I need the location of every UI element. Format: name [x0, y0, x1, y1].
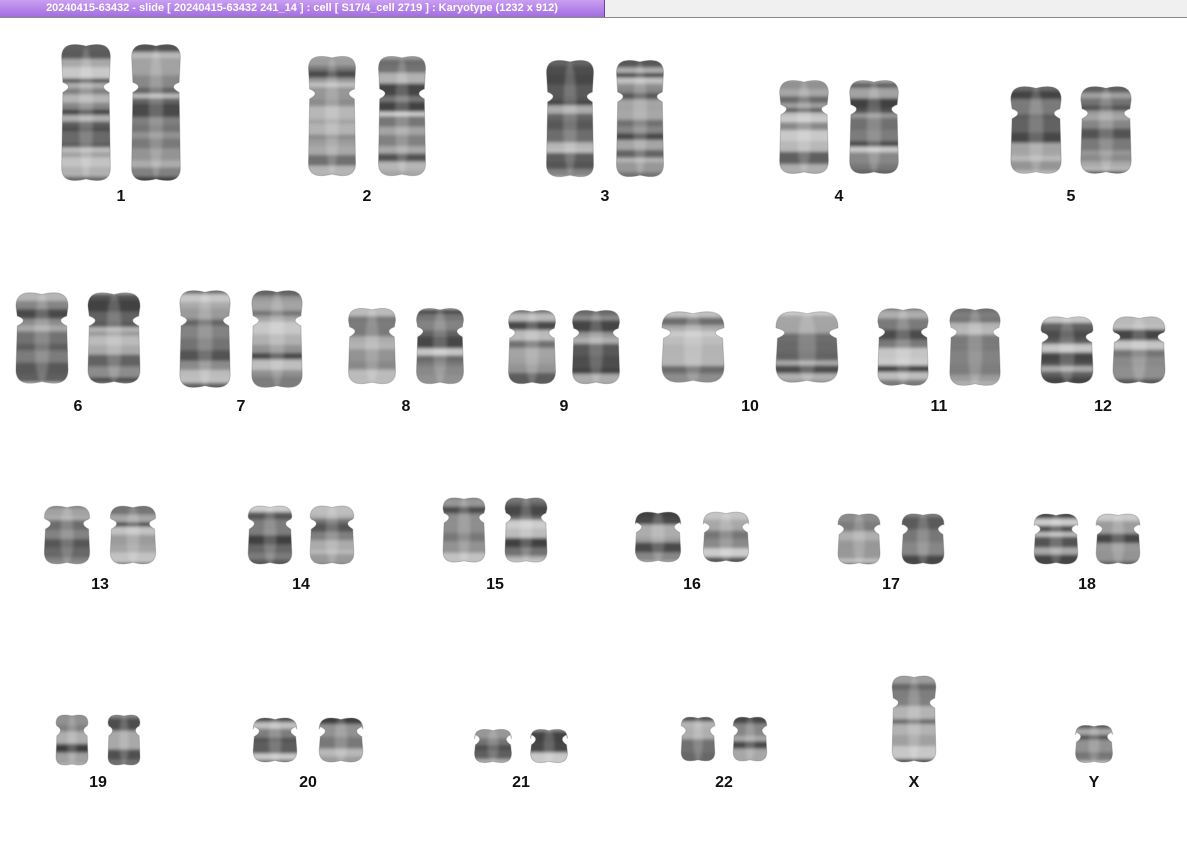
chromosome-15-2[interactable]: [501, 494, 551, 566]
chromosome-pair-11[interactable]: [873, 304, 1005, 390]
chromosome-19-1[interactable]: [53, 712, 91, 768]
window-title: 20240415-63432 - slide [ 20240415-63432 …: [46, 2, 558, 14]
chromosome-11-1[interactable]: [873, 304, 933, 390]
chromosome-pair-1[interactable]: [57, 40, 185, 185]
chromosome-label-20: 20: [299, 774, 317, 791]
chromosome-pair-7[interactable]: [175, 286, 307, 392]
chromosome-label-x: X: [908, 774, 920, 791]
chromosome-pair-9[interactable]: [504, 306, 624, 388]
chromosome-pair-x[interactable]: [888, 672, 940, 766]
chromosome-2-2[interactable]: [374, 52, 430, 180]
chromosome-18-1[interactable]: [1030, 510, 1082, 568]
chromosome-pair-18[interactable]: [1030, 510, 1144, 568]
chromosome-label-8: 8: [401, 398, 411, 415]
chromosome-17-2[interactable]: [898, 510, 948, 568]
chromosome-label-18: 18: [1078, 576, 1096, 593]
chromosome-pair-y[interactable]: [1072, 722, 1116, 766]
chromosome-pair-4[interactable]: [775, 76, 903, 178]
chromosome-9-2[interactable]: [568, 306, 624, 388]
chromosome-label-4: 4: [834, 188, 844, 205]
chromosome-y-1[interactable]: [1072, 722, 1116, 766]
chromosome-label-5: 5: [1066, 188, 1076, 205]
chromosome-label-7: 7: [236, 398, 246, 415]
chromosome-19-2[interactable]: [105, 712, 143, 768]
chromosome-16-2[interactable]: [699, 508, 753, 566]
chromosome-pair-3[interactable]: [542, 56, 668, 181]
chromosome-22-1[interactable]: [678, 714, 718, 764]
window-title-tab[interactable]: 20240415-63432 - slide [ 20240415-63432 …: [0, 0, 605, 17]
chromosome-label-21: 21: [512, 774, 530, 791]
chromosome-2-1[interactable]: [304, 52, 360, 180]
chromosome-7-1[interactable]: [175, 286, 235, 392]
chromosome-pair-2[interactable]: [304, 52, 430, 180]
chromosome-label-13: 13: [91, 576, 109, 593]
chromosome-20-2[interactable]: [315, 714, 367, 766]
chromosome-label-2: 2: [362, 188, 372, 205]
chromosome-18-2[interactable]: [1092, 510, 1144, 568]
chromosome-label-19: 19: [89, 774, 107, 791]
chromosome-pair-19[interactable]: [53, 712, 143, 768]
chromosome-1-2[interactable]: [127, 40, 185, 185]
chromosome-8-2[interactable]: [412, 304, 468, 388]
chromosome-label-16: 16: [683, 576, 701, 593]
chromosome-12-1[interactable]: [1036, 312, 1098, 388]
chromosome-pair-12[interactable]: [1036, 312, 1170, 388]
chromosome-14-2[interactable]: [306, 502, 358, 568]
chromosome-pair-16[interactable]: [631, 508, 753, 566]
chromosome-label-15: 15: [486, 576, 504, 593]
chromosome-pair-17[interactable]: [834, 510, 948, 568]
chromosome-label-12: 12: [1094, 398, 1112, 415]
chromosome-5-1[interactable]: [1006, 82, 1066, 178]
chromosome-10-1[interactable]: [656, 306, 730, 388]
chromosome-label-22: 22: [715, 774, 733, 791]
chromosome-15-1[interactable]: [439, 494, 489, 566]
chromosome-10-2[interactable]: [770, 306, 844, 388]
chromosome-21-2[interactable]: [527, 726, 571, 766]
chromosome-label-6: 6: [73, 398, 83, 415]
chromosome-label-14: 14: [292, 576, 310, 593]
chromosome-17-1[interactable]: [834, 510, 884, 568]
chromosome-13-1[interactable]: [40, 502, 94, 568]
chromosome-16-1[interactable]: [631, 508, 685, 566]
chromosome-4-2[interactable]: [845, 76, 903, 178]
chromosome-14-1[interactable]: [244, 502, 296, 568]
chromosome-21-1[interactable]: [471, 726, 515, 766]
chromosome-1-1[interactable]: [57, 40, 115, 185]
chromosome-9-1[interactable]: [504, 306, 560, 388]
chromosome-22-2[interactable]: [730, 714, 770, 764]
chromosome-pair-15[interactable]: [439, 494, 551, 566]
window-titlebar: 20240415-63432 - slide [ 20240415-63432 …: [0, 0, 1187, 18]
chromosome-11-2[interactable]: [945, 304, 1005, 390]
chromosome-4-1[interactable]: [775, 76, 833, 178]
chromosome-pair-22[interactable]: [678, 714, 770, 764]
chromosome-13-2[interactable]: [106, 502, 160, 568]
chromosome-pair-14[interactable]: [244, 502, 358, 568]
chromosome-x-1[interactable]: [888, 672, 940, 766]
chromosome-12-2[interactable]: [1108, 312, 1170, 388]
karyotype-panel[interactable]: 1 2 3 4 5 6 7 8 9 10 11 12 13 14 15 16 17 18 19 20 21 22 X Y: [0, 18, 1187, 850]
chromosome-pair-8[interactable]: [344, 304, 468, 388]
chromosome-pair-13[interactable]: [40, 502, 160, 568]
chromosome-label-17: 17: [882, 576, 900, 593]
chromosome-8-1[interactable]: [344, 304, 400, 388]
chromosome-label-10: 10: [741, 398, 759, 415]
chromosome-3-2[interactable]: [612, 56, 668, 181]
chromosome-label-3: 3: [600, 188, 610, 205]
chromosome-pair-5[interactable]: [1006, 82, 1136, 178]
chromosome-label-1: 1: [116, 188, 126, 205]
chromosome-label-9: 9: [559, 398, 569, 415]
chromosome-pair-20[interactable]: [249, 714, 367, 766]
chromosome-pair-10[interactable]: [656, 306, 844, 388]
chromosome-5-2[interactable]: [1076, 82, 1136, 178]
chromosome-pair-6[interactable]: [11, 288, 145, 388]
chromosome-pair-21[interactable]: [471, 726, 571, 766]
chromosome-label-11: 11: [930, 398, 948, 415]
chromosome-label-y: Y: [1088, 774, 1100, 791]
chromosome-20-1[interactable]: [249, 714, 301, 766]
chromosome-3-1[interactable]: [542, 56, 598, 181]
chromosome-7-2[interactable]: [247, 286, 307, 392]
chromosome-6-2[interactable]: [83, 288, 145, 388]
chromosome-6-1[interactable]: [11, 288, 73, 388]
